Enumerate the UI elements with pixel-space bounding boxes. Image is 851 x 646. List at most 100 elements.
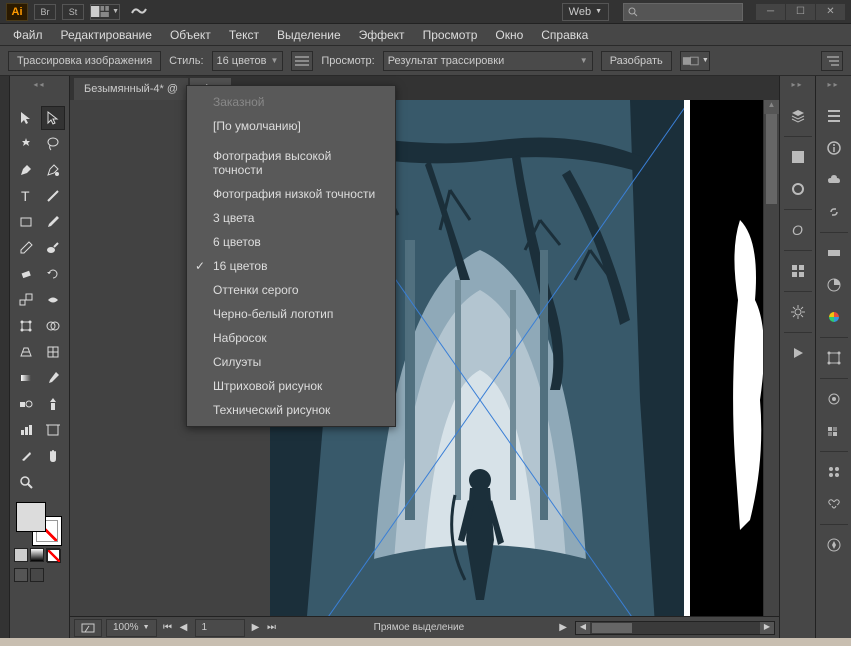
stroke-icon[interactable]: [820, 241, 848, 265]
mask-button[interactable]: ▼: [680, 51, 710, 71]
next-icon[interactable]: ▶: [249, 622, 263, 633]
artboards-icon[interactable]: [820, 492, 848, 516]
vertical-scrollbar[interactable]: ▲: [763, 100, 779, 616]
slice-tool[interactable]: [14, 444, 38, 468]
direct-selection-tool[interactable]: [41, 106, 65, 130]
expand-button[interactable]: Разобрать: [601, 51, 672, 71]
dropdown-item-selected[interactable]: 16 цветов: [187, 254, 395, 278]
column-graph-tool[interactable]: [14, 418, 38, 442]
hand-tool[interactable]: [41, 444, 65, 468]
draw-mode-button[interactable]: [30, 568, 44, 582]
color-icon[interactable]: [820, 273, 848, 297]
links-icon[interactable]: [820, 200, 848, 224]
scroll-up-icon[interactable]: ▲: [764, 100, 779, 114]
width-tool[interactable]: [41, 288, 65, 312]
menu-file[interactable]: Файл: [4, 25, 52, 45]
close-button[interactable]: ✕: [815, 4, 845, 20]
dropdown-item[interactable]: Черно-белый логотип: [187, 302, 395, 326]
layers-icon[interactable]: [784, 104, 812, 128]
rotate-tool[interactable]: [41, 262, 65, 286]
dropdown-item[interactable]: Фотография низкой точности: [187, 182, 395, 206]
pencil-tool[interactable]: [14, 236, 38, 260]
scale-tool[interactable]: [14, 288, 38, 312]
align-icon[interactable]: [820, 104, 848, 128]
paintbrush-tool[interactable]: [41, 210, 65, 234]
dropdown-item[interactable]: 3 цвета: [187, 206, 395, 230]
play-icon[interactable]: [784, 341, 812, 365]
bridge-button[interactable]: Br: [34, 4, 56, 20]
curvature-tool[interactable]: [41, 158, 65, 182]
type-panel-icon[interactable]: O: [784, 218, 812, 242]
info-icon[interactable]: [820, 136, 848, 160]
normal-screen-button[interactable]: [14, 568, 28, 582]
cloud-icon[interactable]: [820, 168, 848, 192]
dropdown-item[interactable]: [По умолчанию]: [187, 114, 395, 138]
maximize-button[interactable]: ☐: [785, 4, 815, 20]
minimize-button[interactable]: ─: [755, 4, 785, 20]
arrange-button[interactable]: ▼: [90, 4, 120, 20]
color-guide-icon[interactable]: [820, 305, 848, 329]
free-transform-tool[interactable]: [14, 314, 38, 338]
line-tool[interactable]: [41, 184, 65, 208]
perspective-tool[interactable]: [14, 340, 38, 364]
stock-button[interactable]: St: [62, 4, 84, 20]
page-input[interactable]: 1: [195, 619, 245, 637]
swatches-icon[interactable]: [784, 145, 812, 169]
gradient-tool[interactable]: [14, 366, 38, 390]
last-icon[interactable]: ⏭: [265, 622, 279, 633]
eyedropper-tool[interactable]: [41, 366, 65, 390]
dropdown-item[interactable]: Оттенки серого: [187, 278, 395, 302]
shape-builder-tool[interactable]: [41, 314, 65, 338]
gradient-button[interactable]: [30, 548, 44, 562]
image-trace-button[interactable]: Трассировка изображения: [8, 51, 161, 71]
view-mode-button[interactable]: [74, 619, 102, 637]
symbol-sprayer-tool[interactable]: [41, 392, 65, 416]
canvas[interactable]: [70, 100, 763, 616]
dropdown-item[interactable]: Силуэты: [187, 350, 395, 374]
css-icon[interactable]: [820, 460, 848, 484]
navigator-icon[interactable]: [820, 533, 848, 557]
menu-window[interactable]: Окно: [486, 25, 532, 45]
selection-tool[interactable]: [14, 106, 38, 130]
preview-select[interactable]: Результат трассировки ▼: [383, 51, 593, 71]
menu-select[interactable]: Выделение: [268, 25, 350, 45]
appearance-icon[interactable]: [820, 387, 848, 411]
menu-help[interactable]: Справка: [532, 25, 597, 45]
tool-collapse-strip[interactable]: [0, 76, 10, 638]
trace-options-button[interactable]: [291, 51, 313, 71]
transform-icon[interactable]: [820, 346, 848, 370]
menu-view[interactable]: Просмотр: [414, 25, 487, 45]
dropdown-item[interactable]: Технический рисунок: [187, 398, 395, 422]
magic-wand-tool[interactable]: [14, 132, 38, 156]
first-icon[interactable]: ⏮: [161, 622, 175, 633]
graphic-styles-icon[interactable]: [820, 419, 848, 443]
dropdown-item[interactable]: 6 цветов: [187, 230, 395, 254]
none-button[interactable]: [46, 548, 60, 562]
sync-icon[interactable]: [130, 3, 148, 20]
pen-tool[interactable]: [14, 158, 38, 182]
horizontal-scrollbar[interactable]: ◀ ▶: [575, 621, 775, 635]
fill-swatch[interactable]: [16, 502, 46, 532]
dropdown-item[interactable]: Фотография высокой точности: [187, 144, 395, 182]
rectangle-tool[interactable]: [14, 210, 38, 234]
mesh-tool[interactable]: [41, 340, 65, 364]
type-tool[interactable]: T: [14, 184, 38, 208]
controlbar-menu-button[interactable]: [821, 51, 843, 71]
color-button[interactable]: [14, 548, 28, 562]
blob-brush-tool[interactable]: [41, 236, 65, 260]
brushes-icon[interactable]: [784, 177, 812, 201]
fill-stroke-swatch[interactable]: [14, 500, 65, 546]
search-input[interactable]: [623, 3, 743, 21]
document-tab-1[interactable]: Безымянный-4* @: [74, 78, 188, 100]
scroll-thumb[interactable]: [766, 114, 777, 204]
prev-icon[interactable]: ◀: [177, 622, 191, 633]
gear-icon[interactable]: [784, 300, 812, 324]
symbols-icon[interactable]: [784, 259, 812, 283]
menu-object[interactable]: Объект: [161, 25, 220, 45]
menu-edit[interactable]: Редактирование: [52, 25, 161, 45]
artboard-tool[interactable]: [41, 418, 65, 442]
dropdown-item[interactable]: Штриховой рисунок: [187, 374, 395, 398]
zoom-tool[interactable]: [14, 470, 38, 494]
blend-tool[interactable]: [14, 392, 38, 416]
style-select[interactable]: 16 цветов ▼: [212, 51, 284, 71]
